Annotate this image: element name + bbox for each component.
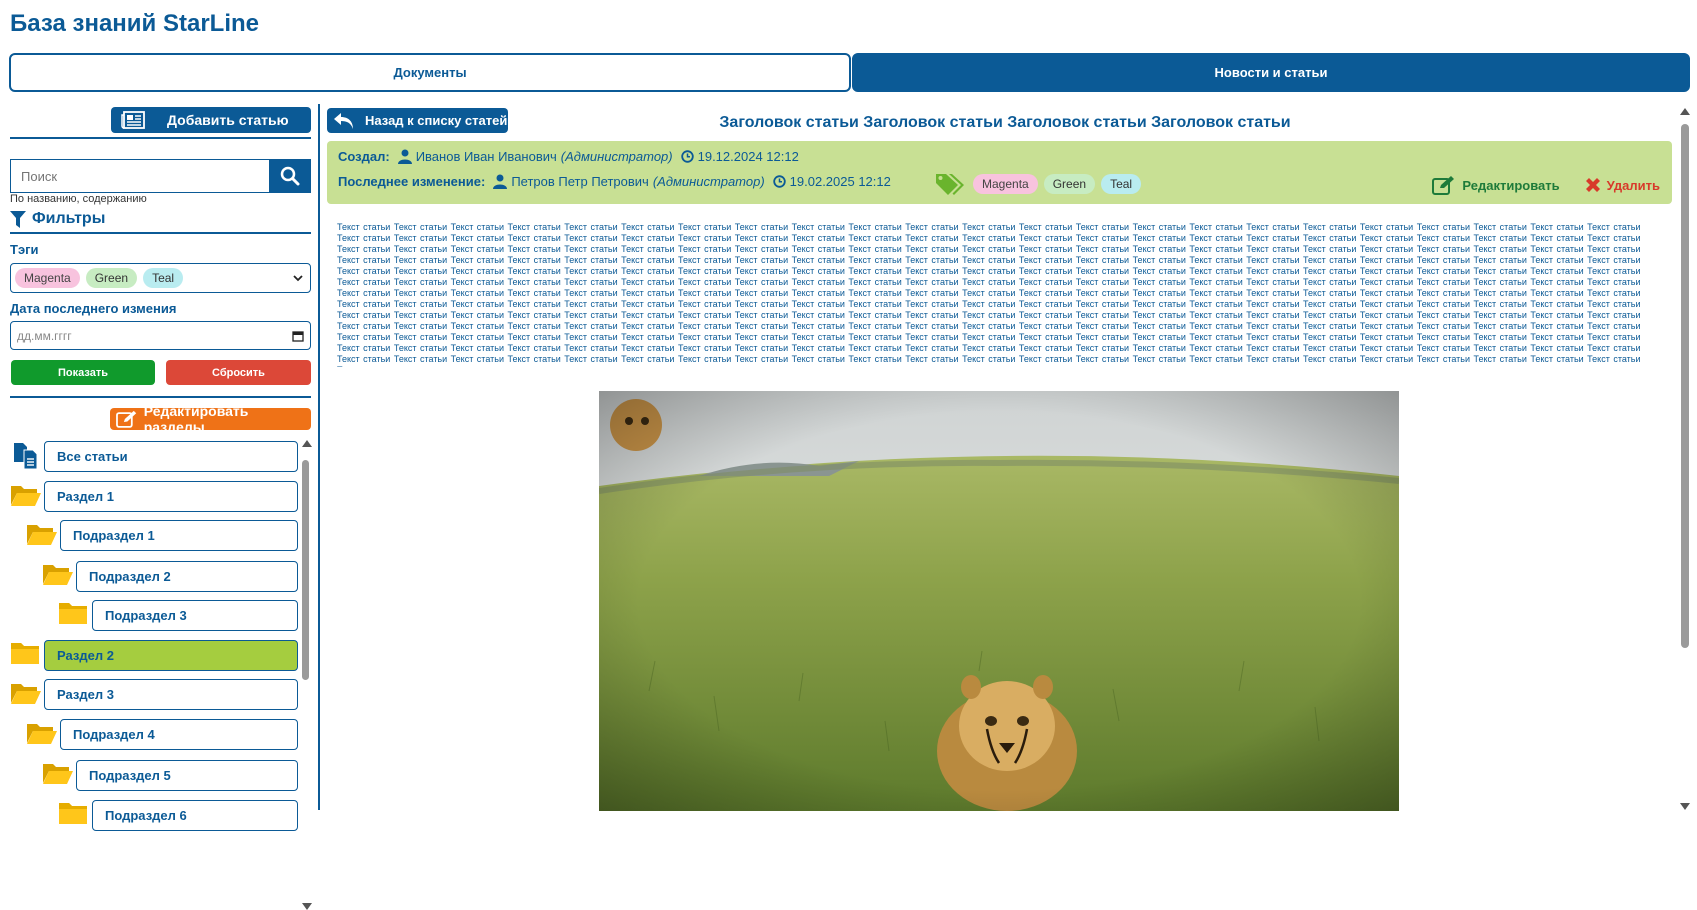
modified-at: 19.02.2025 12:12 [789,174,891,189]
panel-divider [318,104,320,810]
date-input[interactable]: дд.мм.гггг [10,321,311,350]
search-icon [280,166,300,186]
tags-icon [936,174,964,195]
scroll-thumb[interactable] [302,460,309,680]
created-at: 19.12.2024 12:12 [697,149,799,164]
folder-open-icon [27,525,57,545]
tree-item-section-1[interactable]: Раздел 1 [44,481,298,512]
date-label: Дата последнего измения [10,301,177,316]
search-hint: По названию, содержанию [10,193,147,205]
tree-item-subsection-5[interactable]: Подраздел 5 [76,760,298,791]
modified-by: Петров Петр Петрович [511,174,649,189]
folder-closed-icon [11,643,39,664]
folder-open-icon [43,565,73,585]
chevron-down-icon [293,275,303,282]
article-meta: Создал: Иванов Иван Иванович (Администра… [327,141,1672,204]
tree-item-subsection-6[interactable]: Подраздел 6 [92,800,298,831]
scroll-down-arrow[interactable] [302,903,312,910]
divider [10,232,311,234]
article-tags: Magenta Green Teal [935,172,1142,196]
tab-documents[interactable]: Документы [9,53,851,92]
filters-label: Фильтры [32,210,106,227]
sidebar: Добавить статью По названию, содержанию … [10,100,312,910]
tag-chip: Teal [143,268,184,288]
back-arrow-icon [334,112,353,129]
tree-item-subsection-1[interactable]: Подраздел 1 [60,520,298,551]
edit-article-button[interactable]: Редактировать [1432,175,1560,195]
delete-article-button[interactable]: Удалить [1584,175,1660,195]
tree-item-subsection-2[interactable]: Подраздел 2 [76,561,298,592]
created-row: Создал: Иванов Иван Иванович (Администра… [338,149,799,164]
folder-open-icon [11,486,41,506]
show-button[interactable]: Показать [11,360,155,385]
close-icon [1585,178,1600,192]
calendar-icon[interactable] [292,330,304,342]
edit-icon [1432,176,1455,195]
delete-label: Удалить [1606,177,1660,193]
folder-closed-icon [59,603,87,624]
tag-chip[interactable]: Teal [1101,174,1142,194]
search-input[interactable] [10,159,269,193]
edit-sections-button[interactable]: Редактировать разделы [110,403,311,435]
main-scrollbar[interactable] [1678,108,1692,810]
modified-role: (Администратор) [652,174,765,189]
search-button[interactable] [269,159,311,193]
tab-news-articles[interactable]: Новости и статьи [852,53,1690,92]
scroll-thumb[interactable] [1681,124,1689,648]
tag-chip: Magenta [15,268,80,288]
modified-row: Последнее изменение: Петров Петр Петрови… [338,174,891,189]
reset-button[interactable]: Сбросить [166,360,311,385]
user-icon [493,174,508,189]
user-icon [397,149,412,164]
add-article-button[interactable]: Добавить статью [111,107,311,133]
tag-chip: Green [85,268,138,288]
edit-label: Редактировать [1462,177,1560,193]
sections-tree: Все статьи Раздел 1 Подраздел 1 Подразде… [10,440,300,910]
folder-open-icon [27,724,57,744]
article-actions: Редактировать Удалить [1432,175,1660,195]
tree-item-all-articles[interactable]: Все статьи [44,441,298,472]
tree-scrollbar[interactable] [300,440,312,910]
clock-icon [680,150,694,163]
modified-label: Последнее изменение: [338,174,486,189]
article-body: Текст статьи Текст статьи Текст статьи Т… [337,222,1662,367]
tag-chip[interactable]: Green [1043,174,1096,194]
edit-sections-label: Редактировать разделы [143,403,249,435]
app-title: База знаний StarLine [10,10,259,37]
scroll-up-arrow[interactable] [302,440,312,447]
tags-select[interactable]: Magenta Green Teal [10,263,311,293]
back-to-list-button[interactable]: Назад к списку статей [327,108,508,133]
clock-icon [772,175,786,188]
article-body-text: Текст статьи Текст статьи Текст статьи Т… [337,222,1641,367]
folder-closed-icon [59,803,87,824]
back-button-label: Назад к списку статей [365,113,508,128]
filter-icon [10,210,26,228]
add-article-label: Добавить статью [167,112,289,128]
tags-label: Тэги [10,242,39,257]
tree-item-section-3[interactable]: Раздел 3 [44,679,298,710]
tree-item-subsection-4[interactable]: Подраздел 4 [60,719,298,750]
article-image [599,391,1399,811]
filters-title: Фильтры [10,210,105,228]
tree-item-subsection-3[interactable]: Подраздел 3 [92,600,298,631]
tree-item-section-2[interactable]: Раздел 2 [44,640,298,671]
folder-open-icon [43,764,73,784]
folder-open-icon [11,684,41,704]
created-role: (Администратор) [560,149,673,164]
divider [10,396,311,398]
article-title: Заголовок статьи Заголовок статьи Заголо… [719,114,1291,131]
divider [10,137,311,139]
created-by: Иванов Иван Иванович [415,149,557,164]
date-placeholder: дд.мм.гггг [17,328,72,343]
edit-icon [116,410,137,428]
newspaper-icon [121,111,145,129]
scroll-up-arrow[interactable] [1680,108,1690,115]
cheetah-photo [599,391,1399,811]
created-label: Создал: [338,149,390,164]
tag-chip[interactable]: Magenta [973,174,1038,194]
documents-icon [14,443,38,470]
scroll-down-arrow[interactable] [1680,803,1690,810]
